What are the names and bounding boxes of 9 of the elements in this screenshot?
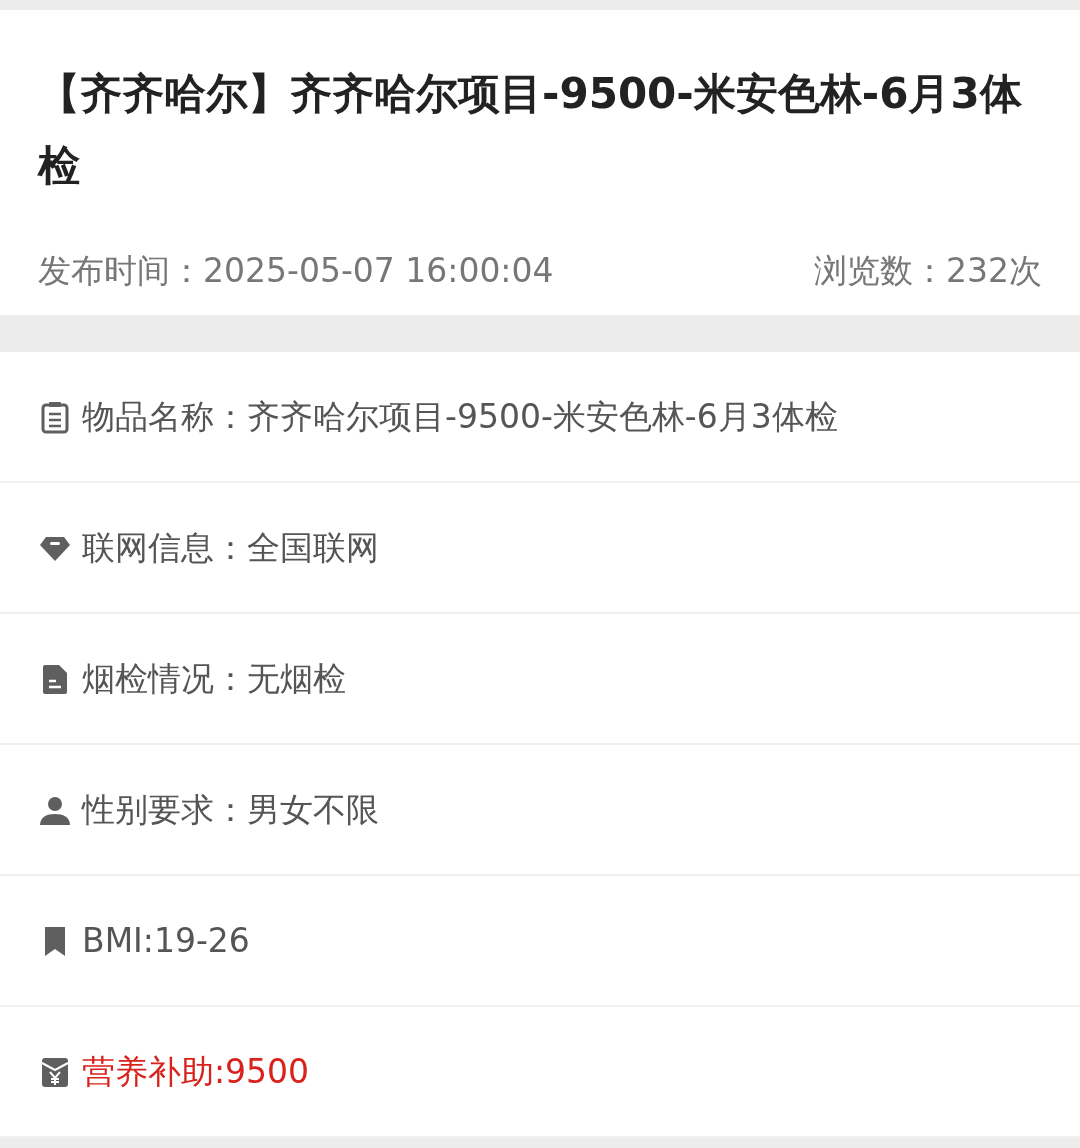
detail-text: 联网信息：全国联网	[82, 526, 379, 569]
detail-text: 营养补助:9500	[82, 1050, 310, 1093]
post-title: 【齐齐哈尔】齐齐哈尔项目-9500-米安色林-6月3体检	[38, 68, 1023, 192]
detail-text: 烟检情况：无烟检	[82, 657, 346, 700]
publish-time: 发布时间：2025-05-07 16:00:04	[38, 250, 554, 292]
detail-text: 物品名称：齐齐哈尔项目-9500-米安色林-6月3体检	[82, 395, 838, 438]
view-count: 浏览数：232次	[814, 250, 1042, 292]
detail-text: 性别要求：男女不限	[82, 788, 379, 831]
detail-text: BMI:19-26	[82, 919, 250, 962]
